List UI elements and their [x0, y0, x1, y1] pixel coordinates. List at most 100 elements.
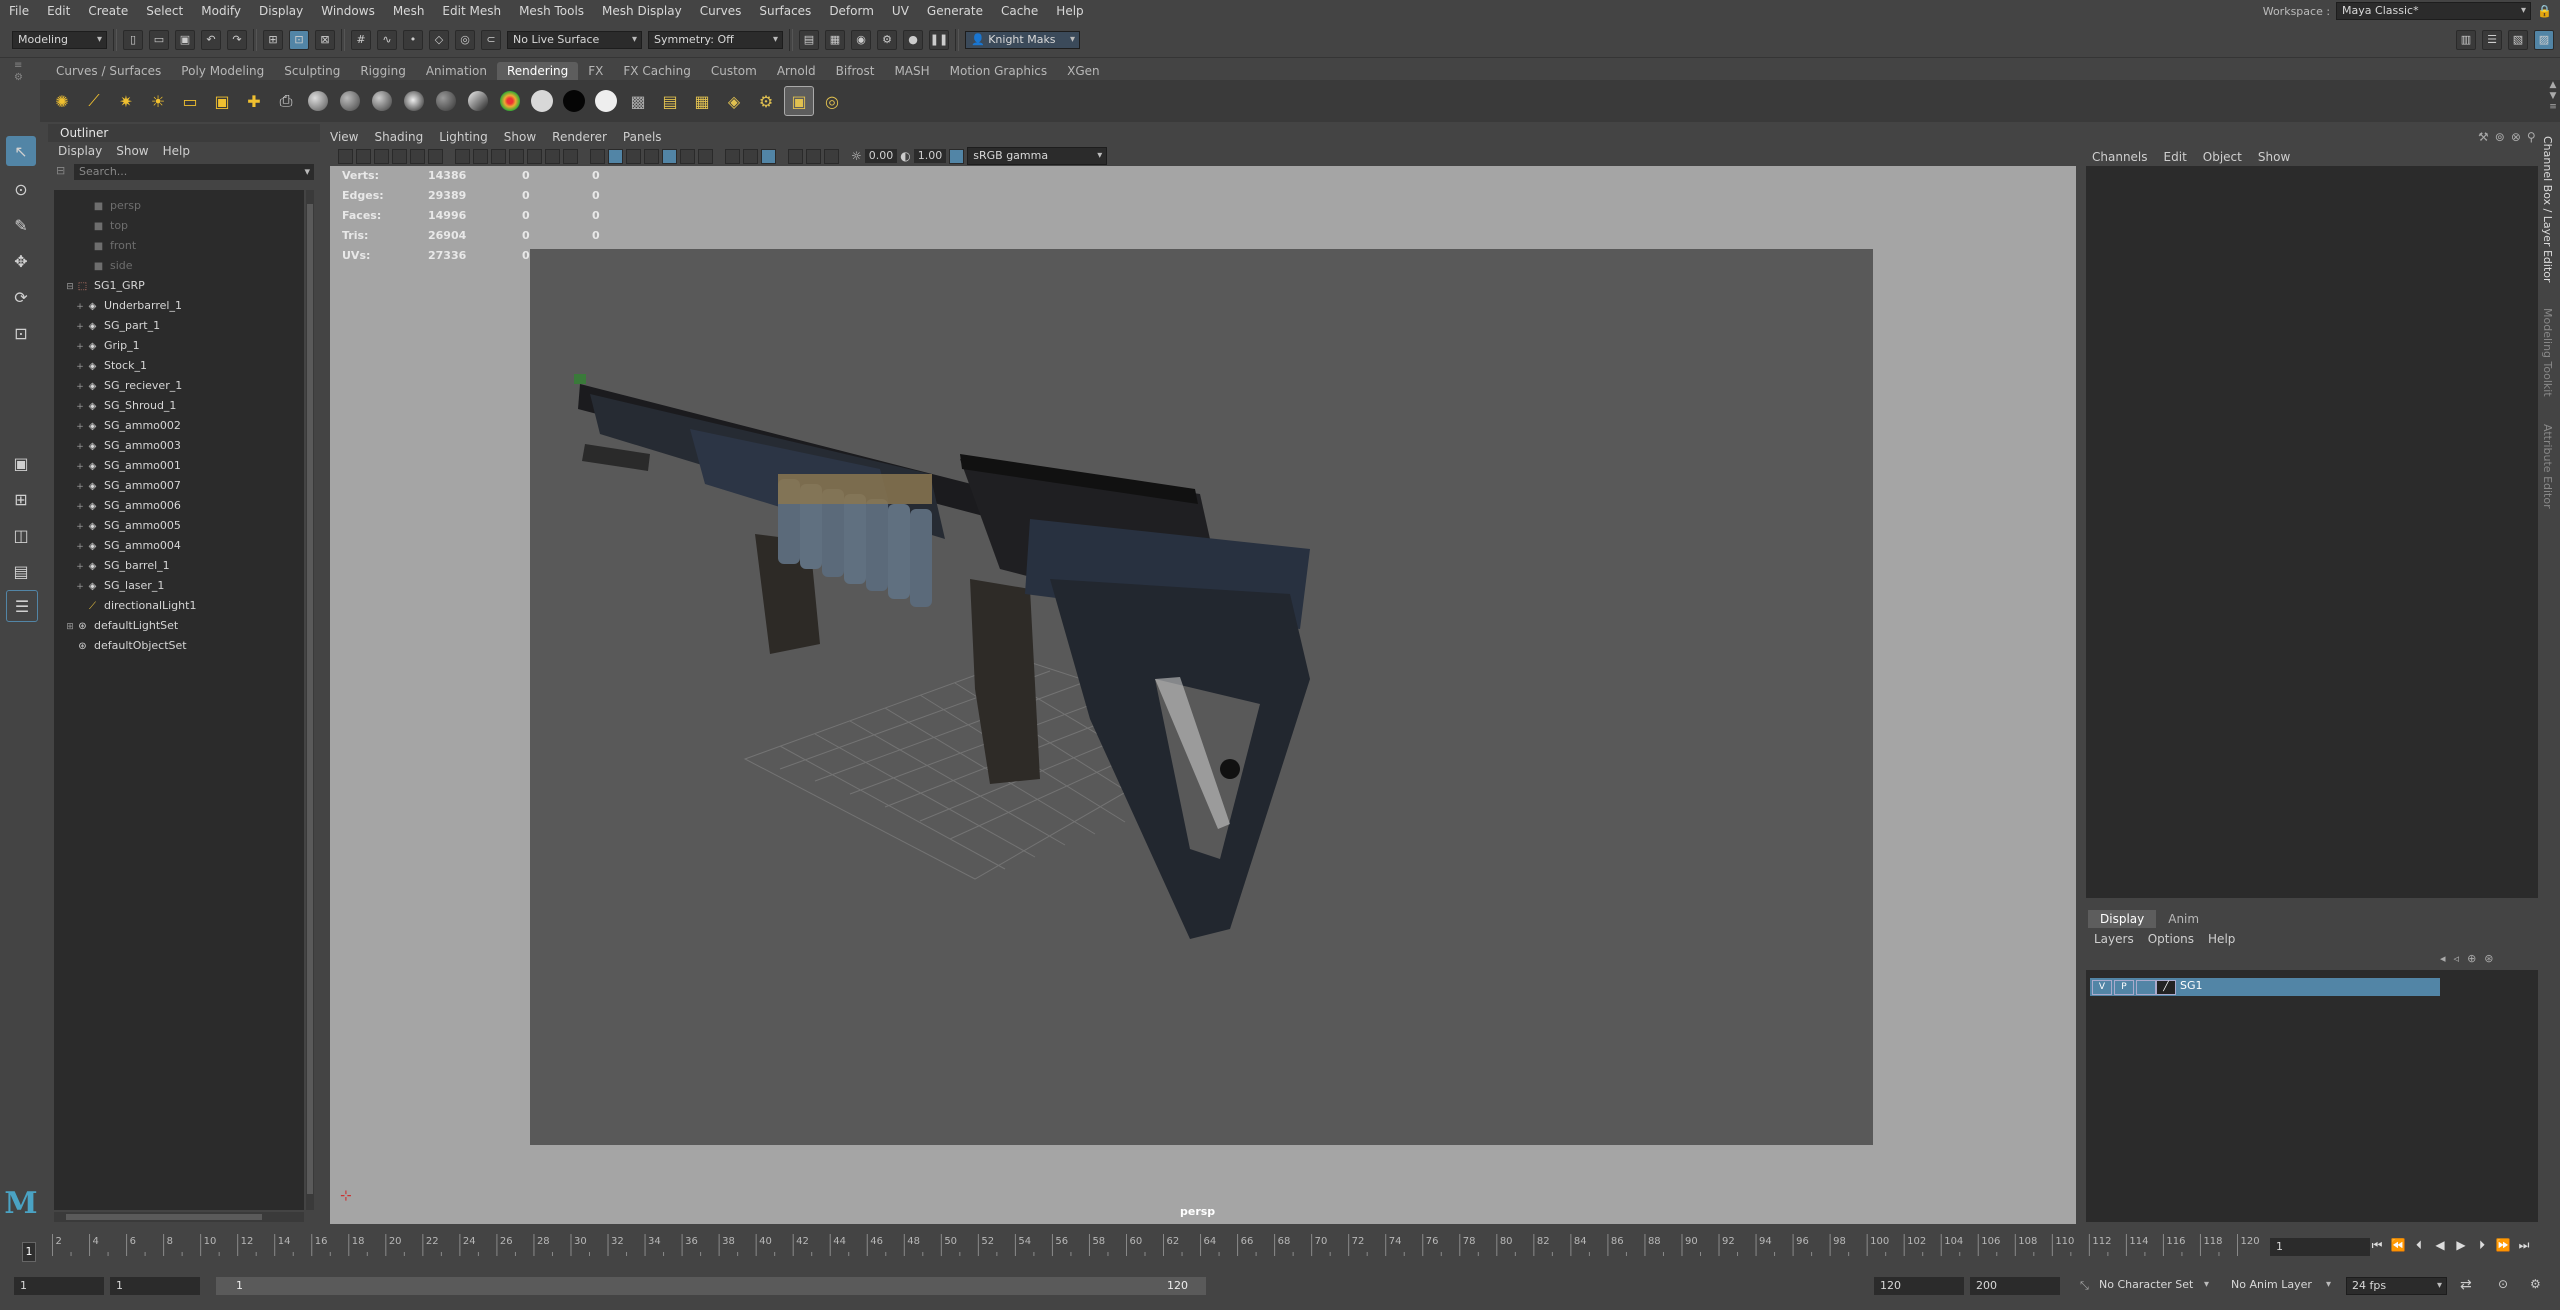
expand-icon[interactable]: +: [74, 477, 86, 497]
four-view-layout-icon[interactable]: ⊞: [6, 484, 36, 514]
loop-icon[interactable]: ⇄: [2460, 1277, 2472, 1293]
outliner-item-child[interactable]: + ◈ SG_barrel_1: [74, 556, 169, 576]
use-all-lights-icon[interactable]: [662, 148, 677, 164]
anim-layer-dropdown[interactable]: No Anim Layer: [2226, 1277, 2335, 1293]
outliner-layout-icon[interactable]: ☰: [6, 590, 38, 622]
playback-end-field[interactable]: 120: [1874, 1277, 1964, 1295]
character-set-dropdown[interactable]: No Character Set: [2094, 1277, 2213, 1293]
render-current-frame-icon[interactable]: ▦: [688, 87, 716, 115]
viewport-menu-lighting[interactable]: Lighting: [439, 130, 488, 146]
perspective-viewport[interactable]: Verts: 14386 0 0 Edges: 29389 0 0 Faces: 14996 0…: [330, 166, 2076, 1224]
outliner-item-child[interactable]: + ◈ Grip_1: [74, 336, 139, 356]
snap-view-icon[interactable]: ◇: [429, 29, 449, 50]
lambert-shader-icon[interactable]: [336, 87, 364, 115]
expand-icon[interactable]: ⊞: [64, 617, 76, 637]
expand-icon[interactable]: +: [74, 437, 86, 457]
use-background-shader-icon[interactable]: [592, 87, 620, 115]
render-frame-icon[interactable]: ▦: [825, 29, 845, 50]
scale-tool-icon[interactable]: ⊡: [6, 318, 36, 348]
play-forwards-icon[interactable]: ▶: [2452, 1238, 2470, 1253]
render-settings-icon[interactable]: ⚙: [877, 29, 897, 50]
point-light-icon[interactable]: ✺: [48, 87, 76, 115]
2d-pan-zoom-icon[interactable]: [410, 148, 425, 164]
current-frame-field[interactable]: 1: [2270, 1238, 2370, 1256]
hypershade-shelf-icon[interactable]: ▤: [656, 87, 684, 115]
persp-graph-layout-icon[interactable]: ◫: [6, 520, 36, 550]
snap-point-icon[interactable]: •: [403, 29, 423, 50]
outliner-item-child[interactable]: + ◈ SG_part_1: [74, 316, 160, 336]
layer-menu-options[interactable]: Options: [2148, 932, 2194, 946]
render-view-icon[interactable]: ▤: [799, 29, 819, 50]
menu-help[interactable]: Help: [1047, 4, 1092, 18]
outliner-item-child[interactable]: + ◈ Underbarrel_1: [74, 296, 182, 316]
fps-dropdown[interactable]: 24 fps: [2346, 1277, 2447, 1295]
layer-type-toggle[interactable]: [2136, 980, 2156, 995]
grid-toggle-icon[interactable]: [455, 148, 470, 164]
shelf-tab-poly-modeling[interactable]: Poly Modeling: [171, 62, 274, 80]
outliner-menu-help[interactable]: Help: [163, 142, 190, 160]
persp-outliner-layout-icon[interactable]: ▤: [6, 556, 36, 586]
select-camera-icon[interactable]: [338, 148, 353, 164]
outliner-item-child[interactable]: + ◈ SG_ammo002: [74, 416, 181, 436]
tab-channel-box[interactable]: Channel Box / Layer Editor: [2541, 136, 2554, 283]
pause-icon[interactable]: ❚❚: [929, 29, 949, 50]
outliner-item-child[interactable]: + ◈ SG_ammo003: [74, 436, 181, 456]
menu-deform[interactable]: Deform: [820, 4, 883, 18]
toggle-channel-box-icon[interactable]: ▨: [2534, 29, 2554, 50]
render-layer-icon[interactable]: ▩: [624, 87, 652, 115]
viewport-menu-renderer[interactable]: Renderer: [552, 130, 607, 146]
search-filter-icon[interactable]: ⊟: [56, 164, 65, 177]
viewport-menu-shading[interactable]: Shading: [374, 130, 423, 146]
go-to-end-icon[interactable]: ⏭: [2515, 1238, 2533, 1253]
grease-pencil-icon[interactable]: [428, 148, 443, 164]
shelf-tab-curves-surfaces[interactable]: Curves / Surfaces: [46, 62, 171, 80]
bookmarks-icon[interactable]: [374, 148, 389, 164]
viewport-menu-panels[interactable]: Panels: [623, 130, 662, 146]
search-dropdown-icon[interactable]: ▾: [304, 164, 310, 180]
wireframe-icon[interactable]: [590, 148, 605, 164]
phong-shader-icon[interactable]: [368, 87, 396, 115]
shelf-scroll[interactable]: ▲ ▼ ≡: [2546, 80, 2560, 116]
smooth-shade-icon[interactable]: [608, 148, 623, 164]
animation-end-field[interactable]: 200: [1970, 1277, 2060, 1295]
menu-uv[interactable]: UV: [883, 4, 918, 18]
safe-title-icon[interactable]: [563, 148, 578, 164]
view-transform-dropdown[interactable]: sRGB gamma: [967, 147, 1108, 165]
outliner-hscrollbar[interactable]: [54, 1212, 304, 1222]
open-scene-icon[interactable]: ▭: [149, 29, 169, 50]
outliner-item-child[interactable]: + ◈ SG_ammo005: [74, 516, 181, 536]
outliner-item-child[interactable]: + ◈ SG_reciever_1: [74, 376, 182, 396]
symmetry-dropdown[interactable]: Symmetry: Off: [648, 30, 783, 49]
menu-select[interactable]: Select: [137, 4, 192, 18]
viewport-menu-view[interactable]: View: [330, 130, 358, 146]
channelbox-settings-icon[interactable]: ⚒: [2478, 130, 2489, 144]
menu-mesh-display[interactable]: Mesh Display: [593, 4, 691, 18]
select-component-icon[interactable]: ⊠: [315, 29, 335, 50]
layer-menu-help[interactable]: Help: [2208, 932, 2235, 946]
black-shader-icon[interactable]: [560, 87, 588, 115]
menu-generate[interactable]: Generate: [918, 4, 992, 18]
menu-display[interactable]: Display: [250, 4, 312, 18]
render-settings-shelf-icon[interactable]: ⚙: [752, 87, 780, 115]
gamma-icon[interactable]: ◐: [900, 149, 910, 163]
outliner-item-child[interactable]: + ◈ SG_Shroud_1: [74, 396, 176, 416]
step-forward-key-icon[interactable]: ⏩: [2494, 1238, 2512, 1253]
safe-action-icon[interactable]: [545, 148, 560, 164]
exposure-field[interactable]: 0.00: [864, 149, 898, 163]
select-tool-icon[interactable]: ↖: [6, 136, 36, 166]
white-shader-icon[interactable]: [528, 87, 556, 115]
menu-curves[interactable]: Curves: [691, 4, 751, 18]
camera-aim-icon[interactable]: ✚: [240, 87, 268, 115]
expand-icon[interactable]: +: [74, 417, 86, 437]
expand-icon[interactable]: +: [74, 497, 86, 517]
toggle-attribute-editor-icon[interactable]: ☰: [2482, 29, 2502, 50]
shelf-tab-arnold[interactable]: Arnold: [767, 62, 826, 80]
new-layer-selected-icon[interactable]: ⊛: [2484, 952, 2493, 965]
outliner-item-light[interactable]: ⟋ directionalLight1: [86, 596, 196, 616]
shelf-tab-fx[interactable]: FX: [578, 62, 613, 80]
go-to-start-icon[interactable]: ⏮: [2368, 1238, 2386, 1253]
area-light-icon[interactable]: ▭: [176, 87, 204, 115]
live-surface-dropdown[interactable]: No Live Surface: [507, 30, 642, 49]
directional-light-icon[interactable]: ⟋: [80, 87, 108, 115]
menu-mesh-tools[interactable]: Mesh Tools: [510, 4, 593, 18]
